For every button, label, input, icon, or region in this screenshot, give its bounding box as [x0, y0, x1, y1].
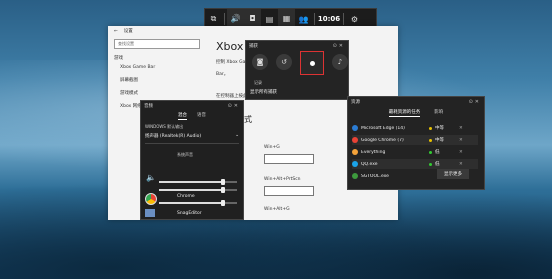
- resource-row[interactable]: Microsoft Edge (14) 中等 ✕: [352, 123, 478, 133]
- volume-slider-system[interactable]: [159, 187, 237, 193]
- app-icon: [352, 161, 358, 167]
- back-arrow-icon[interactable]: ←: [114, 29, 118, 34]
- resource-impact: 中等: [435, 138, 444, 143]
- resource-row[interactable]: Everything 低 ✕: [352, 147, 478, 157]
- divider: [224, 13, 225, 25]
- capture-widget: 捕获 ⊙✕ ◙ ↺ ♪ 记录 显示所有捕获: [245, 40, 349, 100]
- record-dot-icon: [309, 60, 315, 66]
- app-icon: [352, 173, 358, 179]
- tab-voice[interactable]: 语音: [197, 112, 206, 120]
- output-device-select[interactable]: 扬声器 (Realtek(R) Audio) ⌄: [145, 133, 239, 139]
- tab-impact[interactable]: 影响: [434, 109, 443, 117]
- snagit-app-icon: [145, 209, 155, 217]
- audio-header: 音频 ⊙✕: [141, 101, 243, 110]
- widget-controls-icon[interactable]: ⊙✕: [228, 103, 240, 109]
- volume-slider-master[interactable]: [159, 179, 237, 185]
- capture-header: 捕获 ⊙✕: [246, 41, 348, 50]
- window-title: 设置: [123, 29, 133, 34]
- impact-dot-icon: [429, 126, 432, 130]
- nav-item-game-mode[interactable]: 游戏模式: [120, 90, 200, 96]
- system-sounds-label: 系统声音: [177, 152, 193, 157]
- audio-tabs: 混合 语音: [141, 112, 243, 120]
- shortcut-label-3: Win+Alt+G: [264, 207, 290, 212]
- shortcut-label-2: Win+Alt+PrtScn: [264, 177, 301, 182]
- shortcut-field-2[interactable]: [264, 186, 314, 196]
- resource-app-name: Microsoft Edge (14): [361, 125, 405, 131]
- slider-fill: [159, 189, 223, 191]
- resource-row[interactable]: QQ.exe 低 ✕: [352, 159, 478, 169]
- slider-thumb[interactable]: [220, 179, 225, 185]
- resource-impact: 低: [435, 162, 440, 167]
- settings-search-input[interactable]: 查找设置: [114, 39, 200, 49]
- shortcut-field-1[interactable]: [264, 154, 314, 164]
- impact-dot-icon: [429, 150, 432, 154]
- resource-app-name: SGTOOL.exe: [361, 173, 389, 179]
- volume-slider-chrome[interactable]: [159, 200, 237, 206]
- tab-top-tasks[interactable]: 最耗资源的任务: [388, 109, 421, 117]
- app-icon: [352, 137, 358, 143]
- slider-thumb[interactable]: [220, 187, 225, 193]
- tab-mix[interactable]: 混合: [178, 112, 187, 120]
- show-more-button[interactable]: 显示更多: [437, 169, 469, 179]
- screenshot-camera-icon[interactable]: ◙: [252, 54, 268, 70]
- record-label: 记录: [254, 80, 262, 85]
- record-button[interactable]: [300, 51, 324, 75]
- record-last-icon[interactable]: ↺: [276, 54, 292, 70]
- capture-title: 捕获: [249, 43, 258, 49]
- resource-widget: 资源 ⊙✕ 最耗资源的任务 影响 Microsoft Edge (14) 中等 …: [347, 96, 485, 190]
- nav-item-xbox-game-bar[interactable]: Xbox Game Bar: [120, 65, 200, 70]
- resource-title: 资源: [351, 99, 360, 105]
- close-icon[interactable]: ✕: [459, 138, 463, 143]
- divider: [343, 13, 344, 25]
- app-name-chrome: Chrome: [177, 194, 195, 199]
- resource-app-name: Google Chrome (7): [361, 137, 404, 143]
- resource-impact: 中等: [435, 126, 444, 131]
- chrome-app-icon: [145, 193, 157, 205]
- close-icon[interactable]: ✕: [459, 150, 463, 155]
- resource-header: 资源 ⊙✕: [348, 97, 484, 106]
- clock: 10:06: [317, 15, 341, 23]
- microphone-icon[interactable]: ♪: [332, 54, 348, 70]
- capture-buttons: ◙ ↺ ♪: [252, 51, 348, 75]
- slider-fill: [159, 181, 223, 183]
- nav-heading: 游戏: [114, 56, 123, 61]
- divider: [145, 143, 239, 144]
- slider-fill: [159, 202, 223, 204]
- resource-tabs: 最耗资源的任务 影响: [348, 109, 484, 117]
- speaker-icon[interactable]: 🔈: [146, 173, 156, 182]
- resource-row[interactable]: SGTOOL.exe: [352, 171, 432, 181]
- close-icon[interactable]: ✕: [459, 162, 463, 167]
- resource-app-name: QQ.exe: [361, 161, 378, 167]
- slider-thumb[interactable]: [220, 200, 225, 206]
- shortcut-label-1: Win+G: [264, 145, 280, 150]
- impact-dot-icon: [429, 162, 432, 166]
- device-label: WINDOWS 默认输出: [145, 124, 184, 129]
- show-all-captures-link[interactable]: 显示所有捕获: [250, 89, 277, 95]
- resource-row[interactable]: Google Chrome (7) 中等 ✕: [352, 135, 478, 145]
- nav-item-captures[interactable]: 屏幕截图: [120, 77, 200, 83]
- close-icon[interactable]: ✕: [459, 126, 463, 131]
- app-icon: [352, 149, 358, 155]
- resource-impact: 低: [435, 150, 440, 155]
- widget-controls-icon[interactable]: ⊙✕: [333, 43, 345, 49]
- output-device-value: 扬声器 (Realtek(R) Audio): [145, 134, 202, 139]
- settings-titlebar: ← 设置: [108, 26, 398, 36]
- impact-dot-icon: [429, 138, 432, 142]
- resource-app-name: Everything: [361, 149, 386, 155]
- widget-controls-icon[interactable]: ⊙✕: [469, 99, 481, 105]
- app-icon: [352, 125, 358, 131]
- audio-widget: 音频 ⊙✕ 混合 语音 WINDOWS 默认输出 扬声器 (Realtek(R)…: [140, 100, 244, 220]
- audio-title: 音频: [144, 103, 153, 109]
- app-name-snageditor: SnagEditor: [177, 211, 202, 216]
- divider: [314, 13, 315, 25]
- chevron-down-icon: ⌄: [235, 133, 239, 138]
